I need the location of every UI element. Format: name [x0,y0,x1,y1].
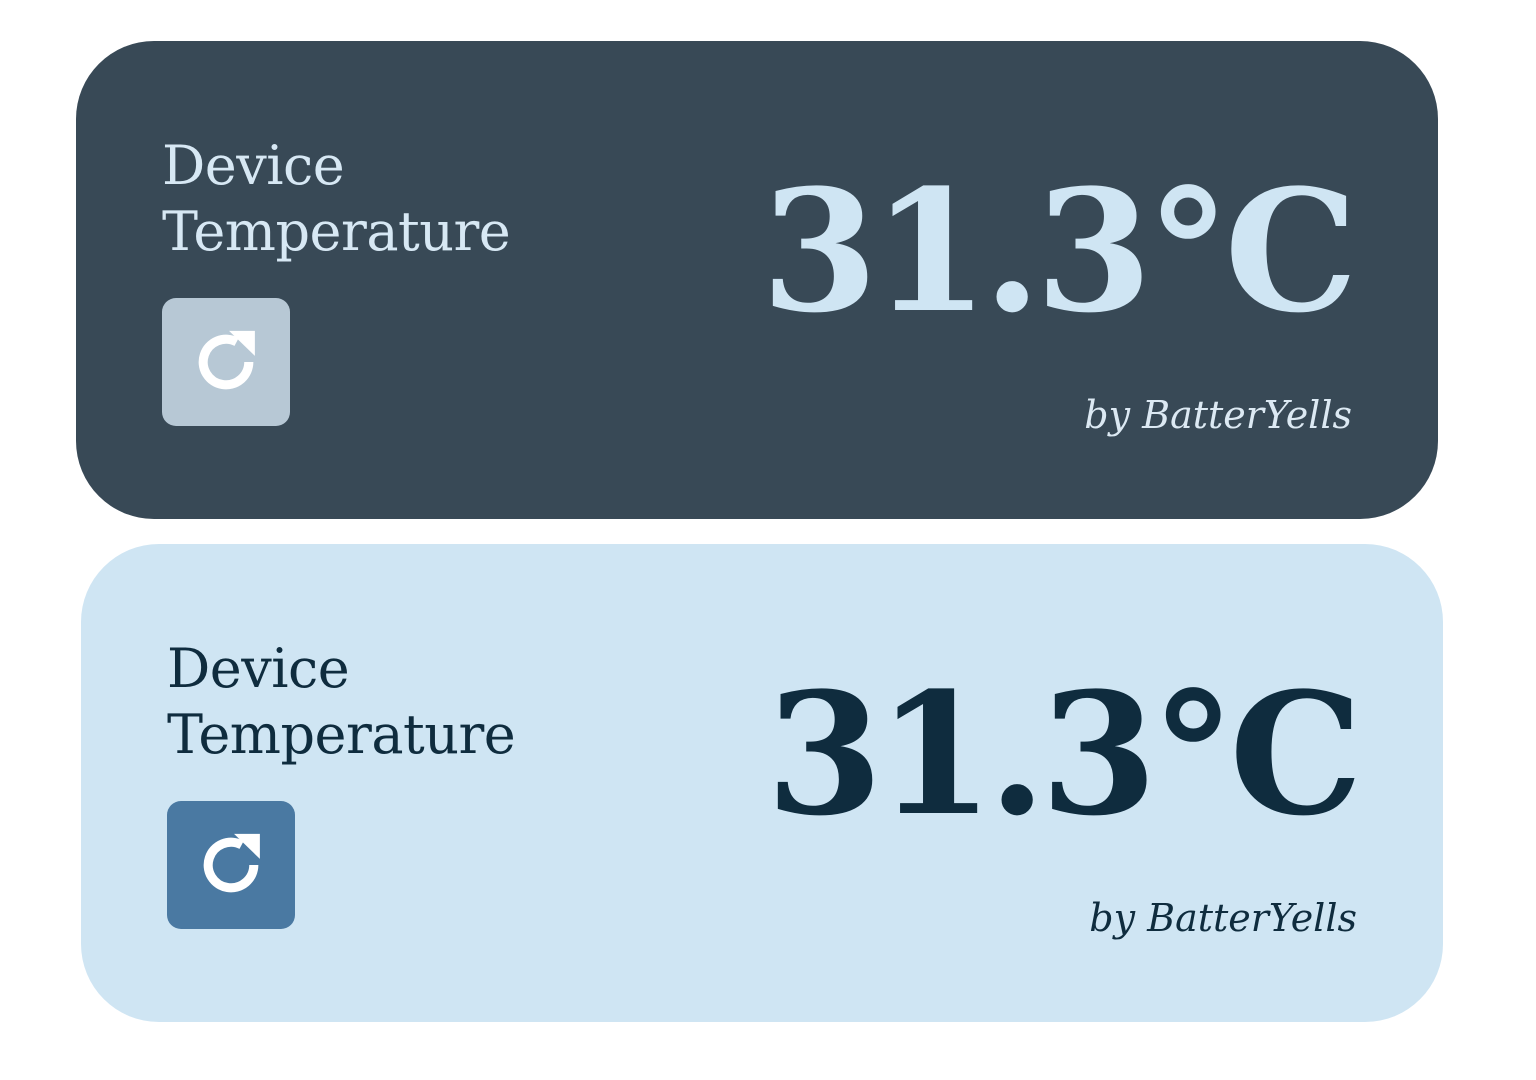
refresh-button[interactable] [167,801,295,929]
temperature-value: 31.3°C [761,152,1358,350]
credit-text: by BatterYells [1084,393,1352,437]
card-label: Device Temperature [162,133,511,265]
card-label-line2: Temperature [162,200,511,263]
card-label-line1: Device [167,637,350,700]
refresh-button[interactable] [162,298,290,426]
card-label-line2: Temperature [167,703,516,766]
temperature-card-light: Device Temperature 31.3°C by BatterYells [81,544,1443,1022]
card-label-line1: Device [162,134,345,197]
refresh-icon [198,330,255,390]
temperature-card-dark: Device Temperature 31.3°C by BatterYells [76,41,1438,519]
card-label: Device Temperature [167,636,516,768]
temperature-value: 31.3°C [766,655,1363,853]
credit-text: by BatterYells [1089,896,1357,940]
refresh-icon [203,833,260,893]
